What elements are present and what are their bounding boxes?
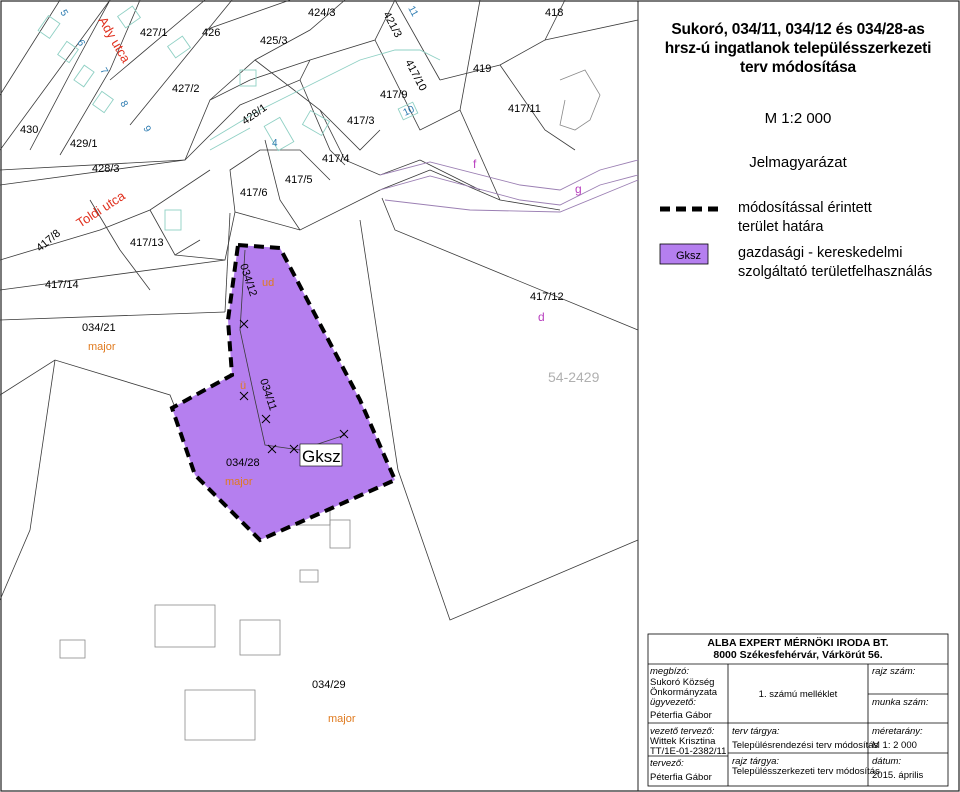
parcel-label-430: 430 xyxy=(20,124,38,136)
title-line-3: terv módosítása xyxy=(740,59,856,76)
parcel-label-417-11: 417/11 xyxy=(508,103,541,115)
plan-title: Sukoró, 034/11, 034/12 és 034/28-as hrsz… xyxy=(648,20,948,77)
parcel-label-426: 426 xyxy=(202,27,220,39)
parcel-label-9: 9 xyxy=(140,124,153,135)
major-label-2: major xyxy=(225,476,253,488)
parcel-label-427-1: 427/1 xyxy=(140,27,168,39)
parcel-label-428-1: 428/1 xyxy=(240,102,269,128)
parcel-label-419: 419 xyxy=(473,63,491,75)
major-label-3: major xyxy=(328,713,356,725)
tb-plan-subject-label: terv tárgya: xyxy=(732,726,780,737)
tb-designer: Péterfia Gábor xyxy=(650,772,712,783)
tb-work-no-label: munka szám: xyxy=(872,697,929,708)
letter-g: g xyxy=(575,182,582,196)
tb-firm: ALBA EXPERT MÉRNÖKI IRODA BT. xyxy=(707,637,889,649)
legend-gksz-swatch-label: Gksz xyxy=(676,250,701,262)
legend-item-gksz: gazdasági - kereskedelmi szolgáltató ter… xyxy=(738,244,932,282)
tb-manager: Péterfia Gábor xyxy=(650,710,712,721)
legend-gksz-line2: szolgáltató területfelhasználás xyxy=(738,264,933,280)
legend-boundary-line2: terület határa xyxy=(738,219,824,235)
title-line-2: hrsz-ú ingatlanok településszerkezeti xyxy=(664,40,932,57)
parcel-label-425-3: 425/3 xyxy=(260,35,288,47)
letter-f: f xyxy=(473,157,477,171)
parcel-label-8: 8 xyxy=(117,99,130,110)
parcel-label-429-1: 429/1 xyxy=(70,138,98,150)
street-toldi-utca: Toldi utca xyxy=(73,188,128,231)
parcel-label-034-28: 034/28 xyxy=(226,457,260,469)
parcel-label-034-21: 034/21 xyxy=(82,322,116,334)
parcel-label-4: 4 xyxy=(272,138,278,149)
letter-u: ü xyxy=(240,380,246,392)
tb-date-value: 2015. április xyxy=(872,770,924,781)
legend-gksz-line1: gazdasági - kereskedelmi xyxy=(738,245,903,261)
ghost-number: 54-2429 xyxy=(548,369,600,385)
parcel-label-5: 5 xyxy=(57,8,70,19)
parcel-label-417-12: 417/12 xyxy=(530,291,564,303)
tb-designer-label: tervező: xyxy=(650,758,684,769)
tb-manager-label: ügyvezető: xyxy=(650,697,696,708)
parcel-label-11: 11 xyxy=(405,4,420,19)
parcel-label-417-6: 417/6 xyxy=(240,187,268,199)
tb-plan-subject: Településrendezési terv módosítás xyxy=(732,740,879,751)
parcel-label-7: 7 xyxy=(97,66,110,77)
title-line-1: Sukoró, 034/11, 034/12 és 034/28-as xyxy=(671,21,925,38)
tb-scale-value: M 1: 2 000 xyxy=(872,740,917,751)
parcel-label-034-29: 034/29 xyxy=(312,679,346,691)
parcel-label-417-13: 417/13 xyxy=(130,237,164,249)
scale-text: M 1:2 000 xyxy=(764,110,832,127)
major-label-1: major xyxy=(88,341,116,353)
tb-address: 8000 Székesfehérvár, Várkörút 56. xyxy=(713,649,883,661)
parcel-label-6: 6 xyxy=(74,38,87,49)
tb-drawing-no-label: rajz szám: xyxy=(872,666,916,677)
tb-lead-id: TT/1E-01-2382/11 xyxy=(650,746,727,757)
tb-attachment: 1. számú melléklet xyxy=(758,689,838,700)
road-lines xyxy=(379,159,639,213)
legend-boundary-line1: módosítással érintett xyxy=(738,200,872,216)
parcel-label-421-3: 421/3 xyxy=(380,10,404,40)
letter-d: d xyxy=(538,310,545,324)
tb-client-label: megbízó: xyxy=(650,666,690,677)
gksz-map-label: Gksz xyxy=(302,447,341,466)
tb-drawing-subject: Településszerkezeti terv módosítás xyxy=(732,766,880,777)
letter-ud: ud xyxy=(262,277,274,289)
parcel-label-427-2: 427/2 xyxy=(172,83,200,95)
parcel-label-417-9: 417/9 xyxy=(380,89,408,101)
legend-item-boundary: módosítással érintett terület határa xyxy=(738,199,872,237)
parcel-label-418: 418 xyxy=(545,7,563,19)
parcel-label-424-3: 424/3 xyxy=(308,7,336,19)
parcel-label-417-10: 417/10 xyxy=(402,58,428,93)
tb-date-label: dátum: xyxy=(872,756,902,767)
parcel-label-417-8: 417/8 xyxy=(34,227,63,254)
parcel-label-417-4: 417/4 xyxy=(322,153,350,165)
tb-scale-label: méretarány: xyxy=(872,726,923,737)
parcel-label-428-3: 428/3 xyxy=(92,163,120,175)
legend-heading: Jelmagyarázat xyxy=(749,154,847,171)
parcel-label-417-14: 417/14 xyxy=(45,279,79,291)
parcel-label-417-3: 417/3 xyxy=(347,115,375,127)
parcel-label-417-5: 417/5 xyxy=(285,174,313,186)
